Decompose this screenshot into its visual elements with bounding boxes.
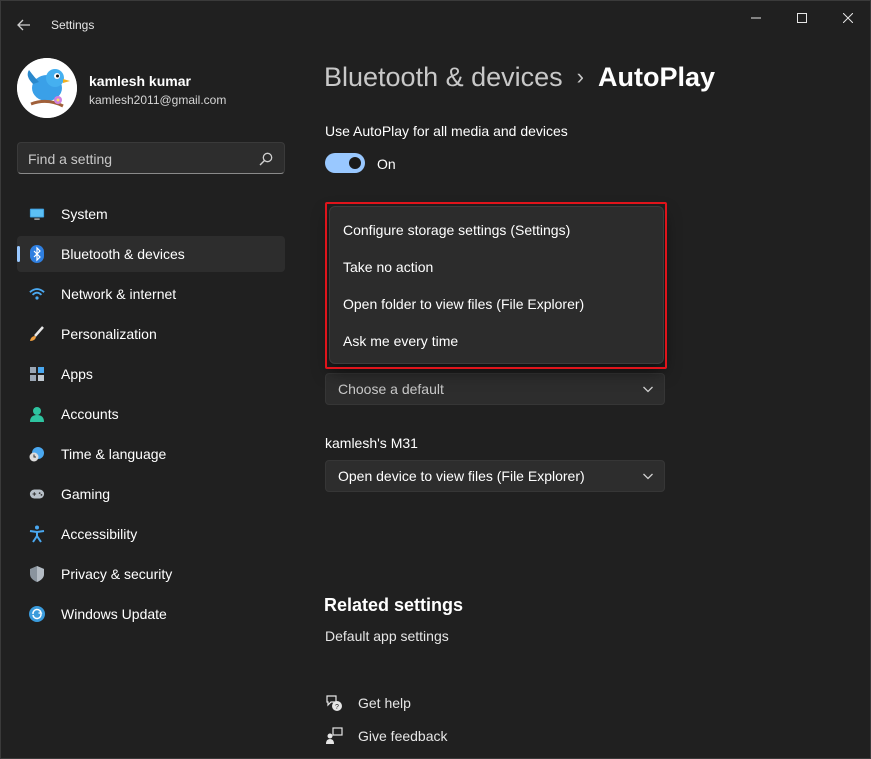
sidebar-item-personalization[interactable]: Personalization	[17, 316, 285, 352]
page-title: AutoPlay	[597, 61, 716, 92]
sidebar-item-gaming[interactable]: Gaming	[17, 476, 285, 512]
help-chat-icon: ?	[324, 693, 344, 713]
dropdown-value: Open device to view files (File Explorer…	[338, 468, 585, 484]
give-feedback-link[interactable]: Give feedback	[324, 725, 448, 747]
sidebar-item-accounts[interactable]: Accounts	[17, 396, 285, 432]
chevron-right-icon: ›	[576, 64, 584, 89]
bluetooth-icon	[29, 245, 45, 263]
autoplay-toggle-label: Use AutoPlay for all media and devices	[325, 123, 568, 139]
dropdown-value: Choose a default	[338, 381, 444, 397]
device-label: kamlesh's M31	[325, 435, 418, 451]
shield-icon	[29, 566, 45, 582]
svg-text:?: ?	[335, 704, 339, 711]
search-input[interactable]	[28, 149, 248, 169]
sidebar-item-label: Time & language	[61, 446, 167, 462]
sidebar-item-label: Bluetooth & devices	[61, 246, 185, 262]
title-bar: Settings	[1, 1, 870, 49]
sidebar-item-label: Accessibility	[61, 526, 138, 542]
search-box[interactable]	[17, 142, 285, 174]
person-icon	[29, 406, 45, 422]
accessibility-icon	[29, 525, 45, 543]
back-button[interactable]	[9, 11, 39, 39]
sidebar-item-accessibility[interactable]: Accessibility	[17, 516, 285, 552]
sidebar-nav: System Bluetooth & devices Network & int…	[17, 196, 285, 636]
settings-window: Settings kamlesh kumar kamlesh2011@gmail…	[0, 0, 871, 759]
sidebar-item-label: Accounts	[61, 406, 119, 422]
default-app-settings-link[interactable]: Default app settings	[325, 628, 449, 644]
maximize-icon	[797, 13, 807, 23]
sidebar-item-bluetooth-devices[interactable]: Bluetooth & devices	[17, 236, 285, 272]
avatar[interactable]	[17, 58, 77, 118]
wifi-icon	[29, 286, 45, 302]
toggle-knob	[349, 157, 361, 169]
related-settings-heading: Related settings	[324, 595, 464, 615]
user-email: kamlesh2011@gmail.com	[89, 93, 227, 107]
sidebar-item-label: Privacy & security	[61, 566, 173, 582]
sidebar-item-system[interactable]: System	[17, 196, 285, 232]
search-icon[interactable]	[258, 151, 274, 167]
sidebar-item-apps[interactable]: Apps	[17, 356, 285, 392]
device-dropdown[interactable]: Open device to view files (File Explorer…	[325, 460, 665, 492]
minimize-button[interactable]	[733, 1, 779, 35]
breadcrumb: Bluetooth & devices › AutoPlay	[324, 59, 715, 95]
globe-clock-icon	[29, 446, 45, 462]
highlight-annotation	[325, 202, 667, 369]
sidebar-item-time-language[interactable]: Time & language	[17, 436, 285, 472]
maximize-button[interactable]	[779, 1, 825, 35]
sidebar-item-label: Network & internet	[61, 286, 177, 302]
breadcrumb-parent[interactable]: Bluetooth & devices	[324, 62, 563, 93]
back-arrow-icon	[17, 19, 30, 31]
sidebar-item-label: Gaming	[61, 486, 111, 502]
sidebar-item-windows-update[interactable]: Windows Update	[17, 596, 285, 632]
gamepad-icon	[29, 486, 45, 502]
update-icon	[29, 606, 45, 622]
minimize-icon	[751, 17, 761, 19]
give-feedback-label: Give feedback	[358, 728, 448, 744]
get-help-link[interactable]: ? Get help	[324, 692, 411, 714]
memory-card-dropdown[interactable]: Choose a default	[325, 373, 665, 405]
brush-icon	[29, 326, 45, 342]
user-name: kamlesh kumar	[89, 73, 191, 89]
autoplay-toggle[interactable]	[325, 153, 365, 173]
sidebar-item-label: System	[61, 206, 108, 222]
toggle-state-label: On	[377, 156, 396, 172]
chevron-down-icon	[643, 473, 653, 480]
sidebar-item-label: Personalization	[61, 326, 157, 342]
app-title: Settings	[51, 18, 95, 32]
bird-avatar-icon	[17, 58, 77, 118]
sidebar-item-privacy-security[interactable]: Privacy & security	[17, 556, 285, 592]
get-help-label: Get help	[358, 695, 411, 711]
sidebar-item-label: Windows Update	[61, 606, 167, 622]
monitor-icon	[29, 206, 45, 222]
sidebar-item-label: Apps	[61, 366, 93, 382]
close-icon	[843, 13, 853, 23]
close-button[interactable]	[825, 1, 871, 35]
feedback-icon	[324, 726, 344, 746]
chevron-down-icon	[643, 386, 653, 393]
apps-icon	[29, 366, 45, 382]
sidebar-item-network[interactable]: Network & internet	[17, 276, 285, 312]
